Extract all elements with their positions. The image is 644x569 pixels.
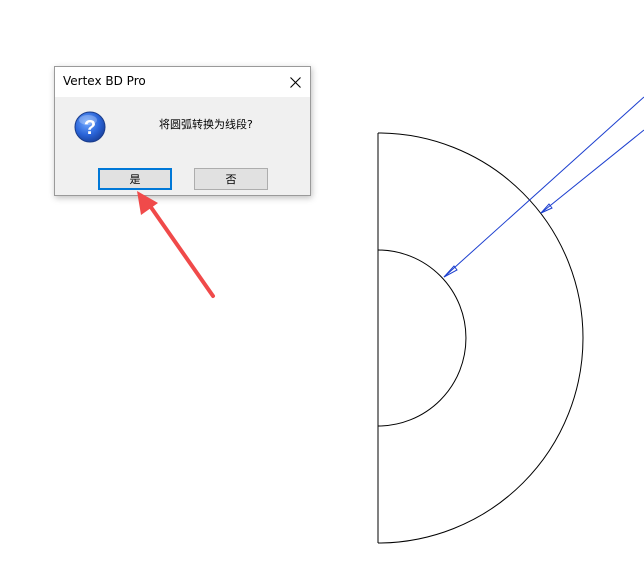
outer-arc[interactable] [377,132,584,544]
leader-line-outer[interactable] [540,129,644,214]
dialog-titlebar[interactable]: Vertex BD Pro [55,67,310,97]
inner-arc[interactable] [377,249,467,427]
question-icon: ? [74,111,106,143]
convert-arc-dialog: Vertex BD Pro ? 将圆弧转换为线段? 是 否 [54,66,311,196]
close-icon [289,76,301,88]
yes-button[interactable]: 是 [98,168,172,190]
no-button[interactable]: 否 [194,168,268,190]
dialog-message: 将圆弧转换为线段? [159,118,253,131]
close-button[interactable] [280,67,310,97]
dialog-title: Vertex BD Pro [63,74,146,88]
leader-line-inner[interactable] [443,96,644,278]
svg-text:?: ? [84,117,96,139]
